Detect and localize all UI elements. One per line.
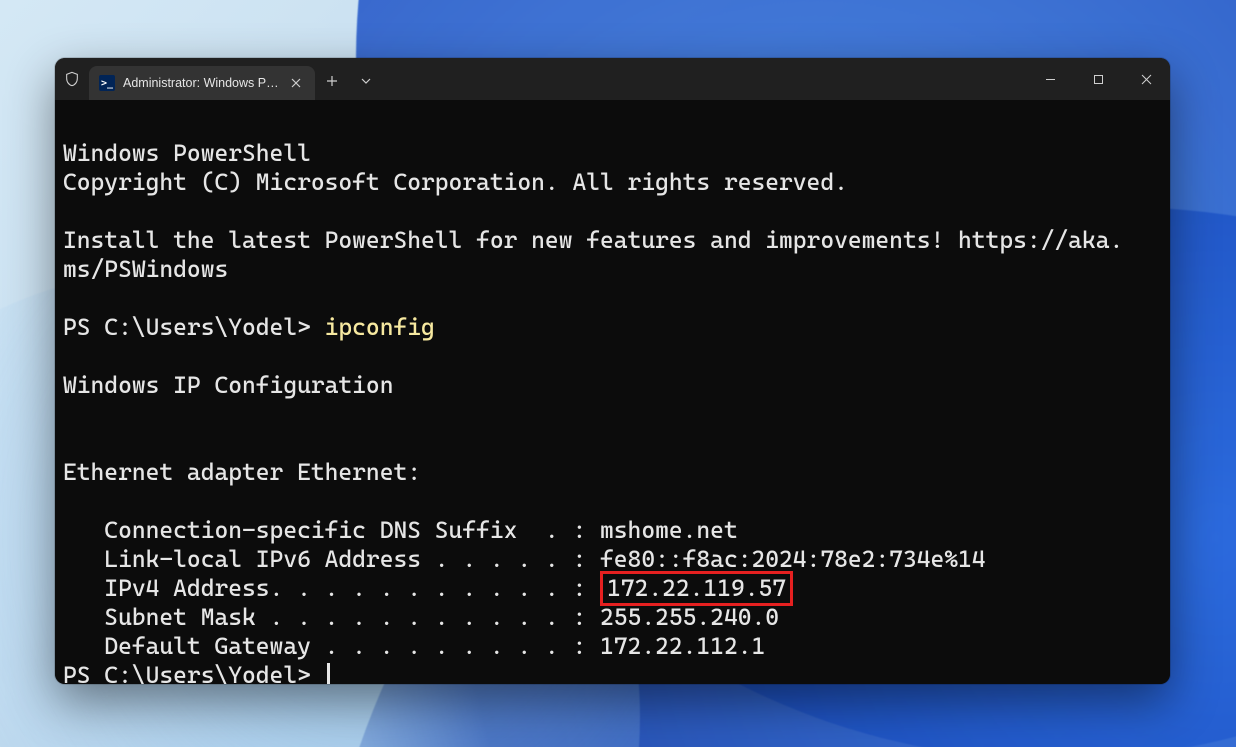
terminal-body[interactable]: Windows PowerShell Copyright (C) Microso… (55, 100, 1170, 684)
ipv4-value: 172.22.119.57 (607, 574, 786, 602)
adapter-header: Ethernet adapter Ethernet: (63, 458, 421, 486)
new-tab-button[interactable] (315, 62, 349, 100)
ipv4-address-line: IPv4 Address. . . . . . . . . . . : 172.… (63, 574, 793, 602)
banner-line: Copyright (C) Microsoft Corporation. All… (63, 168, 848, 196)
minimize-button[interactable] (1026, 58, 1074, 100)
blank-line (63, 400, 77, 428)
prompt-line: PS C:\Users\Yodel> ipconfig (63, 313, 435, 341)
tab-title: Administrator: Windows Powe (123, 76, 279, 90)
ipconfig-header: Windows IP Configuration (63, 371, 393, 399)
ipv4-label: IPv4 Address. . . . . . . . . . . : (63, 574, 600, 602)
dns-suffix-line: Connection-specific DNS Suffix . : mshom… (63, 516, 738, 544)
blank-line (63, 197, 77, 225)
blank-line (63, 429, 77, 457)
close-button[interactable] (1122, 58, 1170, 100)
install-hint-line: ms/PSWindows (63, 255, 228, 283)
cursor-caret (327, 663, 330, 684)
titlebar[interactable]: >_ Administrator: Windows Powe (55, 58, 1170, 100)
install-hint-line: Install the latest PowerShell for new fe… (63, 226, 1123, 254)
command-text: ipconfig (325, 313, 435, 341)
titlebar-drag-area[interactable] (383, 58, 1026, 100)
prompt-text: PS C:\Users\Yodel> (63, 313, 325, 341)
powershell-icon: >_ (99, 75, 115, 91)
tab-powershell[interactable]: >_ Administrator: Windows Powe (89, 66, 315, 100)
prompt-line: PS C:\Users\Yodel> (63, 661, 330, 684)
tab-dropdown-button[interactable] (349, 62, 383, 100)
ipv4-highlight-box: 172.22.119.57 (600, 571, 793, 606)
subnet-mask-line: Subnet Mask . . . . . . . . . . . : 255.… (63, 603, 779, 631)
banner-line: Windows PowerShell (63, 139, 311, 167)
terminal-window: >_ Administrator: Windows Powe (55, 58, 1170, 684)
tab-close-button[interactable] (287, 74, 305, 92)
prompt-text: PS C:\Users\Yodel> (63, 661, 325, 684)
ipv6-address-line: Link-local IPv6 Address . . . . . : fe80… (63, 545, 986, 573)
maximize-button[interactable] (1074, 58, 1122, 100)
blank-line (63, 487, 77, 515)
default-gateway-line: Default Gateway . . . . . . . . . : 172.… (63, 632, 765, 660)
blank-line (63, 284, 77, 312)
admin-shield-icon (55, 58, 89, 100)
blank-line (63, 342, 77, 370)
